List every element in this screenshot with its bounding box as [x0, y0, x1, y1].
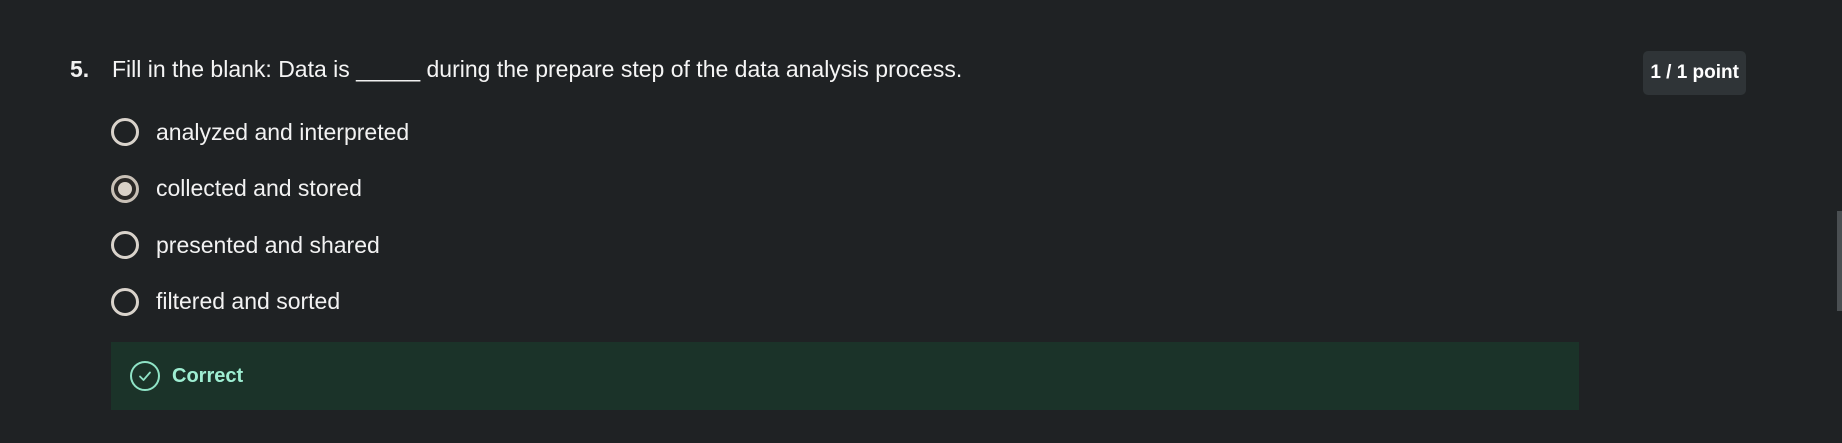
quiz-question: 5. Fill in the blank: Data is _____ duri… [70, 51, 1770, 410]
radio-button[interactable] [111, 287, 139, 316]
radio-button[interactable] [111, 231, 139, 260]
question-header: 5. Fill in the blank: Data is _____ duri… [70, 52, 1770, 86]
question-number: 5. [70, 56, 90, 82]
feedback-status: Correct [172, 364, 244, 387]
option-presented-and-shared[interactable]: presented and shared [111, 217, 1770, 274]
option-label: analyzed and interpreted [156, 118, 410, 145]
option-collected-and-stored[interactable]: collected and stored [111, 161, 1770, 218]
points-badge: 1 / 1 point [1643, 51, 1746, 95]
option-label: collected and stored [156, 175, 362, 202]
answer-options: analyzed and interpreted collected and s… [111, 104, 1770, 330]
option-filtered-and-sorted[interactable]: filtered and sorted [111, 274, 1770, 331]
option-analyzed-and-interpreted[interactable]: analyzed and interpreted [111, 104, 1770, 161]
option-label: filtered and sorted [156, 288, 341, 315]
feedback-banner: Correct [111, 342, 1579, 410]
radio-button-selected[interactable] [111, 174, 139, 203]
option-label: presented and shared [156, 231, 380, 258]
scrollbar-thumb[interactable] [1837, 211, 1842, 311]
radio-button[interactable] [111, 118, 139, 147]
question-text: Fill in the blank: Data is _____ during … [112, 56, 963, 82]
check-circle-icon [130, 361, 160, 391]
